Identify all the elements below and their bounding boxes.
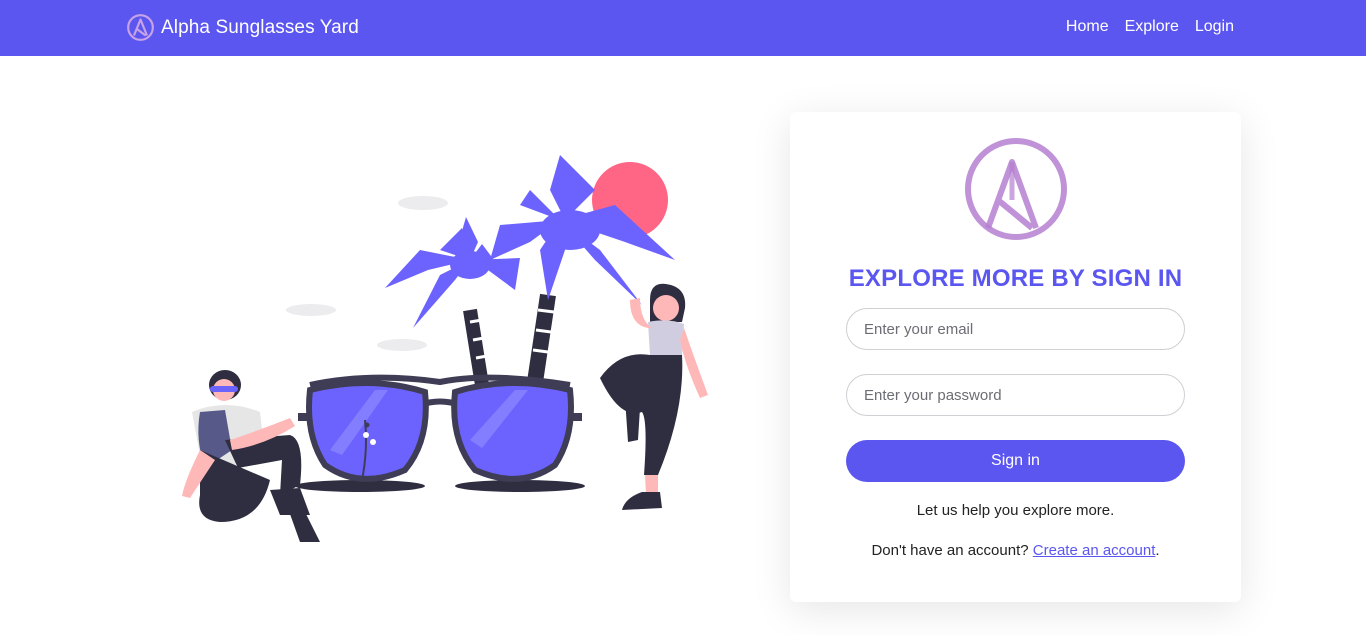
password-field[interactable] (846, 374, 1185, 416)
nav-links: Home Explore Login (1066, 18, 1234, 36)
signup-line: Don't have an account? Create an account… (790, 542, 1241, 559)
login-title: EXPLORE MORE BY SIGN IN (848, 265, 1183, 292)
help-text: Let us help you explore more. (916, 502, 1115, 519)
nav-link-login[interactable]: Login (1195, 18, 1234, 36)
email-field[interactable] (846, 308, 1185, 350)
hero-illustration (182, 155, 708, 542)
nav-link-explore[interactable]: Explore (1125, 18, 1179, 36)
glasses-shadow (455, 480, 585, 492)
signup-prompt: Don't have an account? (871, 542, 1029, 559)
navbar: Alpha Sunglasses Yard Home Explore Login (0, 0, 1366, 56)
standing-woman (600, 283, 708, 510)
palm-trunk-left (463, 308, 489, 387)
brand-name: Alpha Sunglasses Yard (161, 16, 359, 38)
login-card: EXPLORE MORE BY SIGN IN Sign in Let us h… (790, 112, 1241, 602)
giant-sunglasses (298, 374, 582, 482)
cloud (377, 339, 427, 351)
cloud (398, 196, 448, 210)
alpha-logo-icon (127, 14, 154, 41)
sitting-man (182, 370, 320, 542)
sign-in-button[interactable]: Sign in (846, 440, 1185, 482)
alpha-logo-icon (965, 138, 1067, 240)
brand-link[interactable]: Alpha Sunglasses Yard (126, 13, 359, 42)
nav-link-home[interactable]: Home (1066, 18, 1109, 36)
glasses-shadow (295, 480, 425, 492)
palm-trunk-right (527, 293, 556, 384)
create-account-link[interactable]: Create an account (1033, 542, 1156, 559)
signup-suffix: . (1155, 542, 1160, 559)
cloud (286, 304, 336, 316)
